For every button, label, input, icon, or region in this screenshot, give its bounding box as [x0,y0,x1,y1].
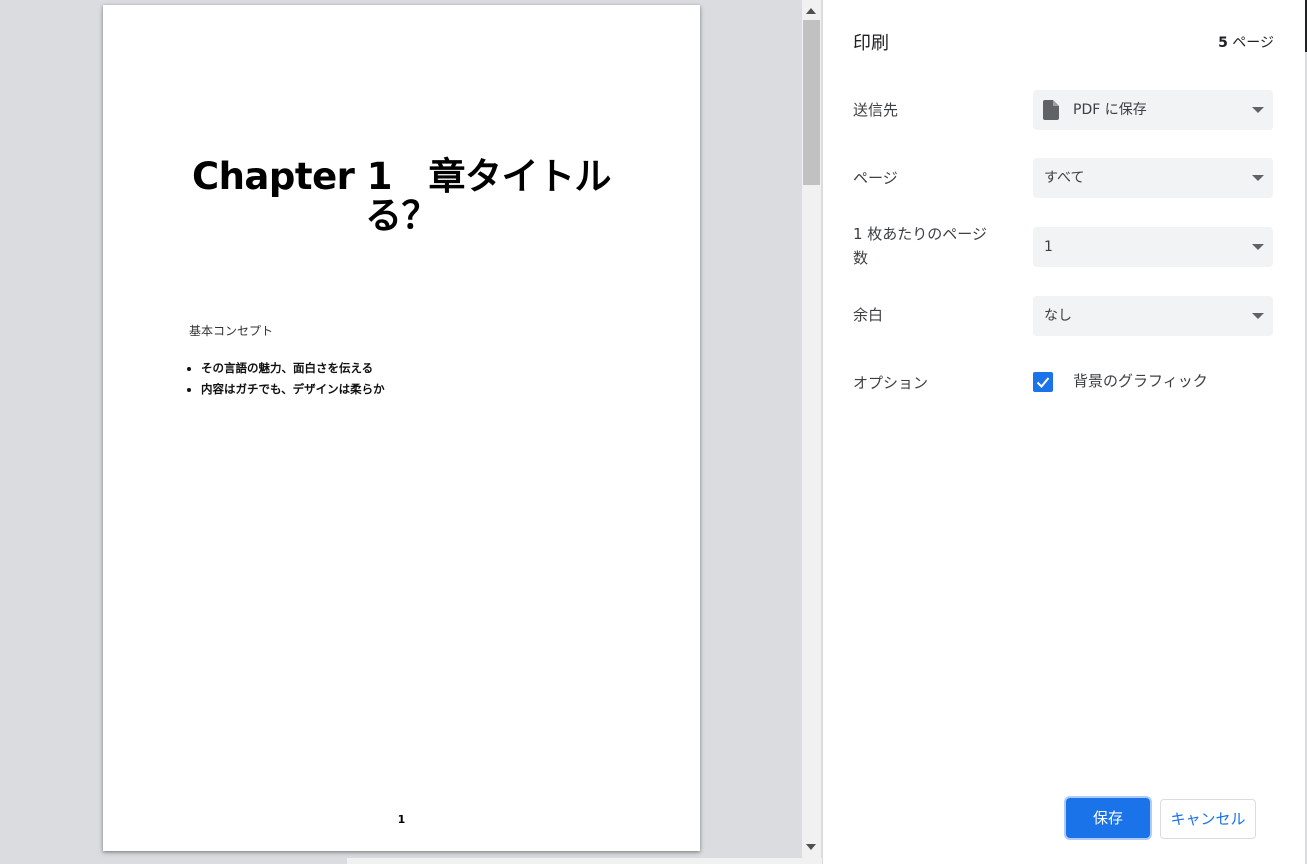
pages-value: すべて [1044,170,1085,186]
chevron-down-icon [1252,313,1264,319]
page-count: 5 ページ [1218,32,1274,52]
page-count-number: 5 [1218,35,1228,51]
chapter-title: Chapter 1 章タイトル る？ [103,157,700,235]
checkmark-icon [1036,377,1050,388]
bullet-item: 内容はガチでも、デザインは柔らか [201,379,385,400]
chevron-down-icon [1252,244,1264,250]
margins-value: なし [1044,308,1072,324]
file-icon [1043,100,1059,120]
cancel-button[interactable]: キャンセル [1160,799,1256,839]
pages-per-sheet-label: 1 枚あたりのページ 数 [853,222,987,270]
options-label: オプション [853,374,929,392]
pages-label: ページ [853,169,898,187]
pages-per-sheet-value: 1 [1044,239,1053,255]
destination-label: 送信先 [853,101,899,119]
settings-title: 印刷 [853,33,889,54]
scroll-down-arrow-icon[interactable] [806,844,816,850]
pages-per-sheet-label-line2: 数 [853,249,869,267]
pages-select[interactable]: すべて [1033,158,1273,198]
chapter-title-line1: Chapter 1 章タイトル [191,155,612,198]
scroll-thumb[interactable] [803,20,820,185]
scroll-up-arrow-icon[interactable] [806,8,816,14]
margins-label: 余白 [853,306,884,324]
chevron-down-icon [1252,175,1264,181]
print-preview-area[interactable]: Chapter 1 章タイトル る？ 基本コンセプト その言語の魅力、面白さを伝… [0,0,802,864]
preview-scrollbar[interactable] [802,0,821,864]
page-count-unit: ページ [1227,35,1274,51]
bullet-item: その言語の魅力、面白さを伝える [201,358,385,379]
destination-select[interactable]: PDF に保存 [1033,90,1273,130]
pages-per-sheet-select[interactable]: 1 [1033,227,1273,267]
bullet-list: その言語の魅力、面白さを伝える 内容はガチでも、デザインは柔らか [183,358,385,400]
page-number: 1 [397,813,406,826]
background-graphics-checkbox[interactable] [1033,372,1053,392]
background-graphics-label[interactable]: 背景のグラフィック [1073,370,1208,391]
print-settings-panel: 印刷 5 ページ 送信先 PDF に保存 ページ すべて 1 枚あたりのページ … [822,0,1305,864]
save-button[interactable]: 保存 [1066,798,1150,838]
margins-select[interactable]: なし [1033,296,1273,336]
preview-page: Chapter 1 章タイトル る？ 基本コンセプト その言語の魅力、面白さを伝… [103,5,700,851]
chevron-down-icon [1252,107,1264,113]
chapter-title-line2: る？ [365,194,439,237]
pages-per-sheet-label-line1: 1 枚あたりのページ [853,225,988,243]
destination-value: PDF に保存 [1073,102,1147,118]
section-heading: 基本コンセプト [189,324,274,338]
